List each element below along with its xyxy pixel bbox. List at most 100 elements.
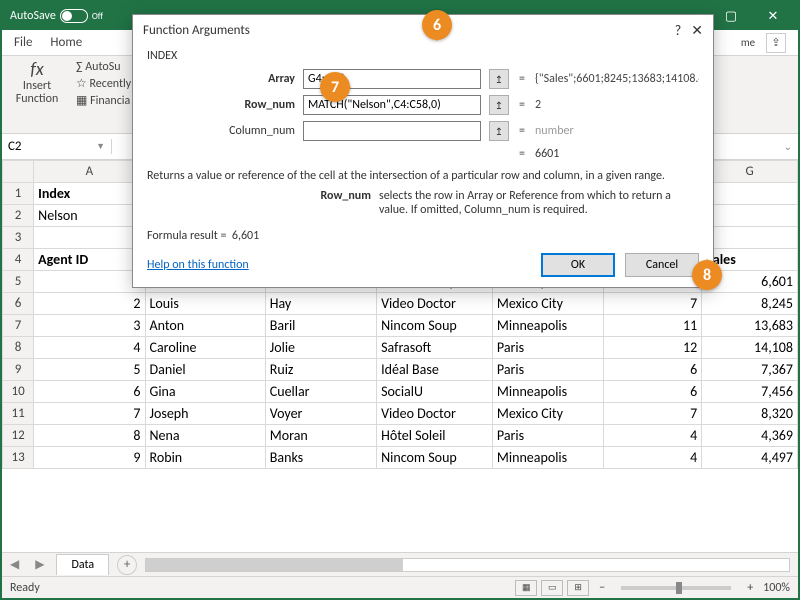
- name-box[interactable]: C2 ▼: [2, 139, 112, 154]
- row-header[interactable]: 8: [3, 337, 34, 359]
- cell[interactable]: SocialU: [377, 381, 493, 403]
- autosum-button[interactable]: ∑ AutoSu: [76, 60, 131, 74]
- tab-stub[interactable]: me: [738, 33, 758, 53]
- zoom-out-button[interactable]: −: [599, 581, 605, 595]
- collapse-dialog-icon[interactable]: ↥: [489, 95, 509, 115]
- cell[interactable]: Daniel: [145, 359, 265, 381]
- tab-home[interactable]: Home: [50, 35, 82, 50]
- row-header[interactable]: 9: [3, 359, 34, 381]
- cell[interactable]: Moran: [265, 425, 376, 447]
- share-icon[interactable]: ⇪: [766, 33, 786, 53]
- add-sheet-button[interactable]: +: [117, 555, 137, 575]
- cell[interactable]: Anton: [145, 315, 265, 337]
- cancel-button[interactable]: Cancel: [625, 253, 699, 277]
- cell[interactable]: Paris: [492, 337, 603, 359]
- cell[interactable]: 3: [34, 315, 145, 337]
- chevron-down-icon[interactable]: ▼: [96, 141, 105, 152]
- cell[interactable]: Baril: [265, 315, 376, 337]
- cell[interactable]: Gina: [145, 381, 265, 403]
- col-header-G[interactable]: G: [702, 161, 798, 183]
- cell[interactable]: 7,367: [702, 359, 798, 381]
- zoom-slider[interactable]: [621, 586, 731, 590]
- row-header[interactable]: 6: [3, 293, 34, 315]
- cell[interactable]: Voyer: [265, 403, 376, 425]
- cell[interactable]: Safrasoft: [377, 337, 493, 359]
- cell[interactable]: 8: [34, 425, 145, 447]
- cell[interactable]: Mexico City: [492, 293, 603, 315]
- dialog-close-icon[interactable]: ✕: [691, 22, 703, 39]
- formula-bar-expand-icon[interactable]: ⌄: [778, 140, 798, 153]
- select-all-corner[interactable]: [3, 161, 34, 183]
- sheet-nav-prev-icon[interactable]: ◀: [2, 557, 27, 572]
- row-header[interactable]: 5: [3, 271, 34, 293]
- cell[interactable]: Nelson: [34, 205, 145, 227]
- cell[interactable]: Joseph: [145, 403, 265, 425]
- cell[interactable]: Minneapolis: [492, 381, 603, 403]
- row-header[interactable]: 2: [3, 205, 34, 227]
- cell[interactable]: 12: [604, 337, 702, 359]
- cell[interactable]: Nincom Soup: [377, 447, 493, 469]
- cell[interactable]: Minneapolis: [492, 447, 603, 469]
- row-header[interactable]: 1: [3, 183, 34, 205]
- cell[interactable]: Louis: [145, 293, 265, 315]
- close-button[interactable]: ✕: [752, 2, 794, 30]
- help-link[interactable]: Help on this function: [147, 258, 249, 272]
- row-header[interactable]: 3: [3, 227, 34, 249]
- cell[interactable]: 5: [34, 359, 145, 381]
- collapse-dialog-icon[interactable]: ↥: [489, 121, 509, 141]
- financial-button[interactable]: ▦ Financia: [76, 93, 131, 108]
- autosave-switch-icon[interactable]: [60, 9, 88, 23]
- cell[interactable]: 13,683: [702, 315, 798, 337]
- arg-colnum-input[interactable]: [303, 121, 481, 141]
- tab-file[interactable]: File: [14, 35, 32, 50]
- ok-button[interactable]: OK: [541, 253, 615, 277]
- row-header[interactable]: 13: [3, 447, 34, 469]
- cell[interactable]: Caroline: [145, 337, 265, 359]
- cell[interactable]: Hôtel Soleil: [377, 425, 493, 447]
- zoom-in-button[interactable]: +: [747, 581, 753, 595]
- cell[interactable]: 8,245: [702, 293, 798, 315]
- cell[interactable]: Paris: [492, 359, 603, 381]
- view-layout-icon[interactable]: ▭: [541, 580, 563, 596]
- cell[interactable]: 8,320: [702, 403, 798, 425]
- cell[interactable]: 4: [604, 425, 702, 447]
- row-header[interactable]: 12: [3, 425, 34, 447]
- cell[interactable]: Jolie: [265, 337, 376, 359]
- cell[interactable]: Video Doctor: [377, 403, 493, 425]
- cell[interactable]: 4,497: [702, 447, 798, 469]
- row-header[interactable]: 10: [3, 381, 34, 403]
- cell[interactable]: Video Doctor: [377, 293, 493, 315]
- sheet-nav-next-icon[interactable]: ▶: [27, 557, 52, 572]
- row-header[interactable]: 4: [3, 249, 34, 271]
- cell[interactable]: 11: [604, 315, 702, 337]
- cell[interactable]: 7: [604, 293, 702, 315]
- cell[interactable]: 7,456: [702, 381, 798, 403]
- view-pagebreak-icon[interactable]: ⊞: [567, 580, 589, 596]
- insert-function-button[interactable]: fx Insert Function: [10, 60, 64, 106]
- cell[interactable]: Cuellar: [265, 381, 376, 403]
- cell[interactable]: 6: [604, 359, 702, 381]
- recently-used-button[interactable]: ☆ Recently: [76, 76, 131, 91]
- cell[interactable]: Banks: [265, 447, 376, 469]
- cell[interactable]: Nena: [145, 425, 265, 447]
- horizontal-scrollbar[interactable]: [145, 558, 790, 572]
- cell[interactable]: 1: [34, 271, 145, 293]
- cell[interactable]: Nincom Soup: [377, 315, 493, 337]
- row-header[interactable]: 7: [3, 315, 34, 337]
- row-header[interactable]: 11: [3, 403, 34, 425]
- cell[interactable]: 7: [604, 403, 702, 425]
- cell[interactable]: 2: [34, 293, 145, 315]
- cell[interactable]: 4,369: [702, 425, 798, 447]
- view-normal-icon[interactable]: ▦: [515, 580, 537, 596]
- collapse-dialog-icon[interactable]: ↥: [489, 69, 509, 89]
- cell[interactable]: 6: [604, 381, 702, 403]
- cell[interactable]: Paris: [492, 425, 603, 447]
- cell[interactable]: Mexico City: [492, 403, 603, 425]
- autosave-toggle[interactable]: AutoSave Off: [10, 9, 103, 23]
- col-header-A[interactable]: A: [34, 161, 145, 183]
- cell[interactable]: 7: [34, 403, 145, 425]
- cell[interactable]: Idéal Base: [377, 359, 493, 381]
- cell[interactable]: Index: [34, 183, 145, 205]
- cell[interactable]: 6: [34, 381, 145, 403]
- cell[interactable]: Minneapolis: [492, 315, 603, 337]
